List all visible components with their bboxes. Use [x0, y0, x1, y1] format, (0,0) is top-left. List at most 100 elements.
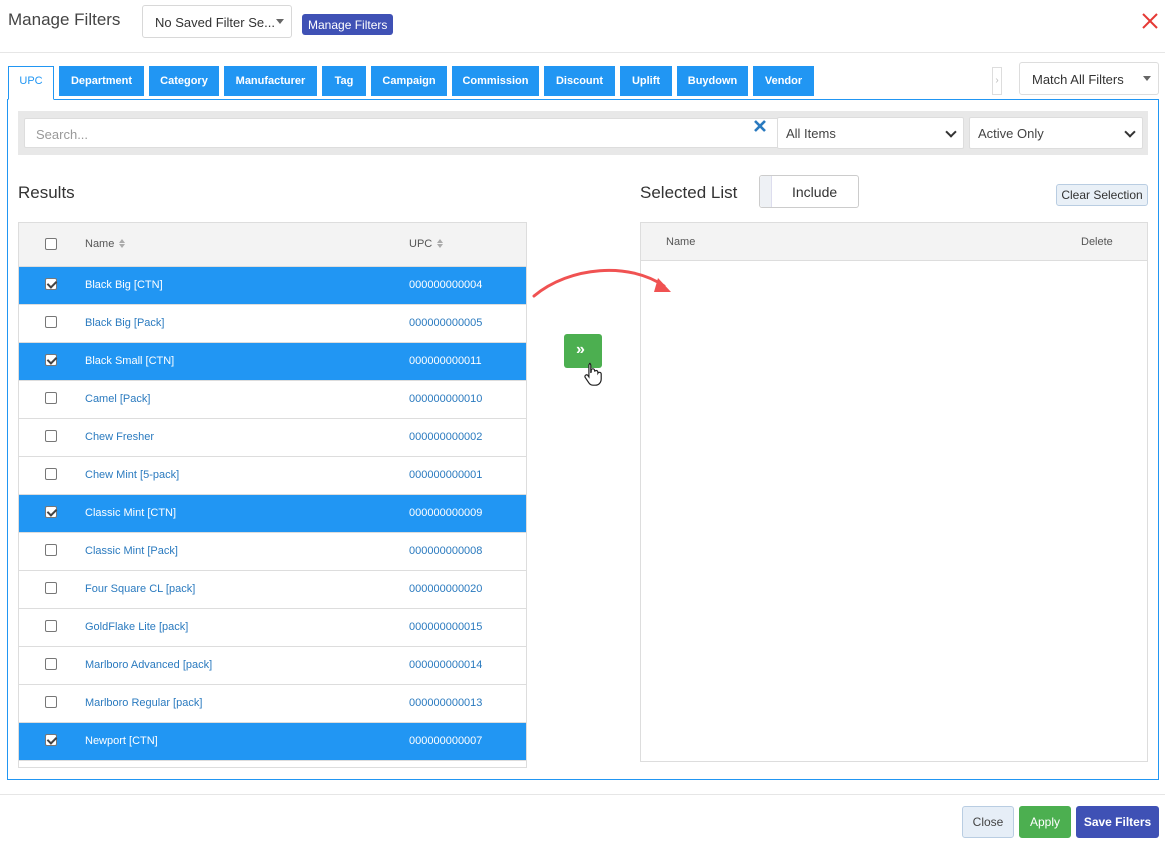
close-button[interactable]: Close — [962, 806, 1014, 838]
table-row[interactable]: Marlboro Regular [pack] 000000000013 — [19, 685, 526, 723]
search-bar: Search... All Items Active Only — [18, 111, 1148, 155]
tab-manufacturer[interactable]: Manufacturer — [224, 66, 317, 96]
tab-upc[interactable]: UPC — [8, 66, 54, 100]
row-checkbox[interactable] — [45, 620, 57, 632]
clear-search-icon[interactable] — [753, 119, 767, 133]
row-upc[interactable]: 000000000015 — [409, 621, 482, 633]
chevron-down-icon — [945, 126, 957, 138]
row-checkbox[interactable] — [45, 430, 57, 442]
row-name[interactable]: Black Small [CTN] — [85, 355, 174, 367]
row-name[interactable]: Four Square CL [pack] — [85, 583, 195, 595]
tab-uplift[interactable]: Uplift — [620, 66, 672, 96]
row-checkbox[interactable] — [45, 658, 57, 670]
include-toggle[interactable]: Include — [759, 175, 859, 208]
row-upc[interactable]: 000000000005 — [409, 317, 482, 329]
row-checkbox[interactable] — [45, 392, 57, 404]
tab-scroll-right-icon[interactable]: › — [992, 67, 1002, 95]
row-name[interactable]: Chew Fresher — [85, 431, 154, 443]
table-row[interactable]: Black Small [CTN] 000000000011 — [19, 343, 526, 381]
table-row[interactable]: Black Big [CTN] 000000000004 — [19, 267, 526, 305]
row-checkbox[interactable] — [45, 316, 57, 328]
manage-filters-button[interactable]: Manage Filters — [302, 14, 394, 35]
tab-department[interactable]: Department — [59, 66, 144, 96]
row-checkbox[interactable] — [45, 696, 57, 708]
row-upc[interactable]: 000000000010 — [409, 393, 482, 405]
row-name[interactable]: Classic Mint [CTN] — [85, 507, 176, 519]
row-upc[interactable]: 000000000013 — [409, 697, 482, 709]
row-name[interactable]: Camel [Pack] — [85, 393, 150, 405]
footer-divider — [0, 794, 1165, 795]
close-icon[interactable] — [1139, 10, 1161, 32]
row-checkbox[interactable] — [45, 582, 57, 594]
tab-campaign[interactable]: Campaign — [371, 66, 447, 96]
row-upc[interactable]: 000000000008 — [409, 545, 482, 557]
table-row[interactable]: Camel [Pack] 000000000010 — [19, 381, 526, 419]
tab-discount[interactable]: Discount — [544, 66, 615, 96]
row-upc[interactable]: 000000000014 — [409, 659, 482, 671]
row-name[interactable]: Marlboro Regular [pack] — [85, 697, 202, 709]
tab-commission[interactable]: Commission — [452, 66, 539, 96]
row-upc[interactable]: 000000000011 — [409, 355, 482, 367]
dialog-title: Manage Filters — [8, 10, 121, 29]
table-row[interactable]: Chew Fresher 000000000002 — [19, 419, 526, 457]
select-all-checkbox[interactable] — [45, 238, 57, 250]
sort-icon — [437, 239, 444, 248]
row-checkbox[interactable] — [45, 278, 57, 290]
tab-category[interactable]: Category — [149, 66, 219, 96]
row-upc[interactable]: 000000000001 — [409, 469, 482, 481]
column-header-delete: Delete — [1081, 236, 1113, 248]
search-input[interactable]: Search... — [24, 118, 790, 148]
row-upc[interactable]: 000000000009 — [409, 507, 482, 519]
apply-button[interactable]: Apply — [1019, 806, 1071, 838]
row-upc[interactable]: 000000000002 — [409, 431, 482, 443]
table-row[interactable]: Four Square CL [pack] 000000000020 — [19, 571, 526, 609]
tab-tag[interactable]: Tag — [322, 66, 366, 96]
table-row[interactable]: Newport [CTN] 000000000007 — [19, 723, 526, 761]
clear-selection-button[interactable]: Clear Selection — [1056, 184, 1148, 206]
hand-pointer-icon — [584, 362, 602, 386]
row-upc[interactable]: 000000000004 — [409, 279, 482, 291]
row-name[interactable]: Marlboro Advanced [pack] — [85, 659, 212, 671]
row-name[interactable]: Black Big [Pack] — [85, 317, 164, 329]
caret-down-icon — [276, 19, 284, 24]
caret-down-icon — [1143, 76, 1151, 81]
toggle-knob — [760, 176, 772, 207]
table-row[interactable]: Black Big [Pack] 000000000005 — [19, 305, 526, 343]
status-filter-select[interactable]: Active Only — [969, 117, 1143, 149]
match-filters-select[interactable]: Match All Filters — [1019, 62, 1159, 95]
row-name[interactable]: Classic Mint [Pack] — [85, 545, 178, 557]
saved-filter-select[interactable]: No Saved Filter Se... — [142, 5, 292, 38]
double-chevron-right-icon: » — [576, 341, 585, 358]
row-upc[interactable]: 000000000020 — [409, 583, 482, 595]
table-row[interactable]: Classic Mint [Pack] 000000000008 — [19, 533, 526, 571]
table-row[interactable]: Chew Mint [5-pack] 000000000001 — [19, 457, 526, 495]
row-name[interactable]: Black Big [CTN] — [85, 279, 163, 291]
row-checkbox[interactable] — [45, 506, 57, 518]
results-title: Results — [18, 183, 75, 202]
row-upc[interactable]: 000000000007 — [409, 735, 482, 747]
dialog-header: Manage Filters No Saved Filter Se... Man… — [0, 0, 1165, 53]
row-name[interactable]: Chew Mint [5-pack] — [85, 469, 179, 481]
row-name[interactable]: Newport [CTN] — [85, 735, 158, 747]
row-checkbox[interactable] — [45, 354, 57, 366]
column-header-name[interactable]: Name — [85, 238, 126, 250]
selected-list-title: Selected List — [640, 183, 738, 202]
items-filter-select[interactable]: All Items — [777, 117, 964, 149]
column-header-name: Name — [666, 236, 696, 248]
saved-filter-value: No Saved Filter Se... — [155, 15, 275, 30]
row-checkbox[interactable] — [45, 544, 57, 556]
column-header-upc[interactable]: UPC — [409, 238, 444, 250]
save-filters-button[interactable]: Save Filters — [1076, 806, 1159, 838]
table-row[interactable]: Classic Mint [CTN] 000000000009 — [19, 495, 526, 533]
tab-vendor[interactable]: Vendor — [753, 66, 814, 96]
table-row[interactable]: GoldFlake Lite [pack] 000000000015 — [19, 609, 526, 647]
selected-list-header: Name Delete — [641, 223, 1147, 261]
row-name[interactable]: GoldFlake Lite [pack] — [85, 621, 188, 633]
tab-buydown[interactable]: Buydown — [677, 66, 748, 96]
row-checkbox[interactable] — [45, 468, 57, 480]
search-placeholder: Search... — [36, 127, 89, 142]
row-checkbox[interactable] — [45, 734, 57, 746]
chevron-down-icon — [1124, 126, 1136, 138]
table-row[interactable]: Marlboro Advanced [pack] 000000000014 — [19, 647, 526, 685]
sort-icon — [119, 239, 126, 248]
